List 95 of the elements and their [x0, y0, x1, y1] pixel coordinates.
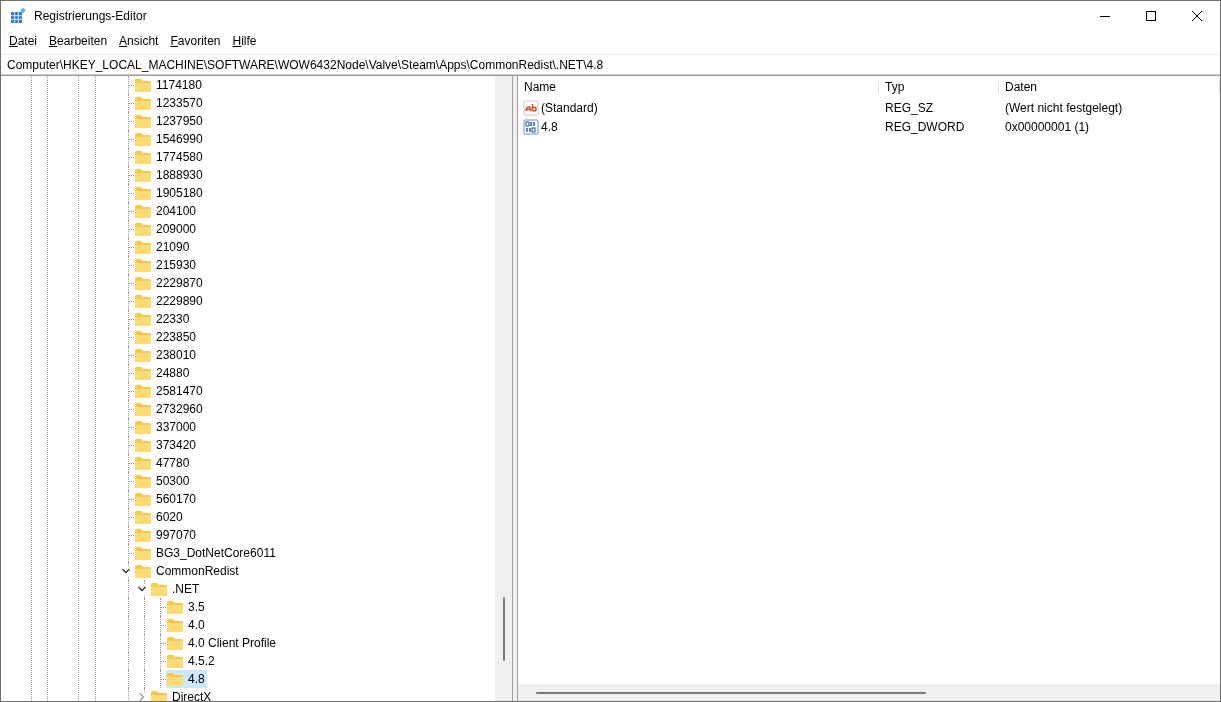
value-type: REG_DWORD — [884, 119, 966, 134]
folder-icon — [134, 347, 152, 363]
maximize-icon — [1146, 11, 1156, 21]
folder-icon — [166, 599, 184, 615]
folder-icon — [134, 527, 152, 543]
scrollbar-thumb[interactable] — [502, 597, 505, 661]
chevron-icon[interactable] — [137, 584, 147, 594]
folder-icon — [134, 563, 152, 579]
value-data: (Wert nicht festgelegt) — [1004, 100, 1124, 115]
folder-icon — [150, 581, 168, 597]
folder-icon — [134, 149, 152, 165]
folder-icon — [166, 671, 184, 687]
tree-item[interactable]: 223850 — [134, 328, 199, 346]
folder-icon — [134, 383, 152, 399]
folder-icon — [166, 635, 184, 651]
folder-icon — [166, 617, 184, 633]
column-header[interactable]: Name — [518, 80, 879, 94]
folder-icon — [134, 131, 152, 147]
folder-icon — [134, 95, 152, 111]
tree-item[interactable]: 373420 — [134, 436, 199, 454]
tree-item[interactable]: 4.8 — [166, 670, 207, 688]
folder-icon — [134, 221, 152, 237]
folder-icon — [134, 167, 152, 183]
folder-icon — [134, 491, 152, 507]
column-header[interactable]: Typ — [879, 80, 999, 94]
folder-icon — [134, 545, 152, 561]
tree-item[interactable]: BG3_DotNetCore6011 — [134, 544, 278, 562]
menu-item[interactable]: Ansicht — [113, 34, 165, 48]
tree-item[interactable]: 3.5 — [166, 598, 207, 616]
tree-item[interactable]: 4.0 — [166, 616, 207, 634]
chevron-icon[interactable] — [121, 566, 131, 576]
tree-item[interactable]: 2581470 — [134, 382, 205, 400]
folder-icon — [150, 689, 168, 701]
folder-icon — [134, 185, 152, 201]
folder-icon — [134, 437, 152, 453]
tree-item[interactable]: 209000 — [134, 220, 199, 238]
tree-item[interactable]: 1905180 — [134, 184, 205, 202]
tree-item[interactable]: 204100 — [134, 202, 199, 220]
value-type: REG_SZ — [884, 100, 934, 115]
folder-icon — [134, 419, 152, 435]
window-title: Registrierungs-Editor — [34, 9, 148, 23]
tree-item[interactable]: 1237950 — [134, 112, 205, 130]
value-name[interactable]: (Standard) — [541, 100, 598, 115]
folder-icon — [134, 275, 152, 291]
tree-item[interactable]: 1233570 — [134, 94, 205, 112]
menu-item[interactable]: Datei — [3, 34, 44, 48]
folder-icon — [134, 455, 152, 471]
tree-item[interactable]: 1888930 — [134, 166, 205, 184]
tree-item[interactable]: 2229870 — [134, 274, 205, 292]
folder-icon — [166, 653, 184, 669]
folder-icon — [134, 509, 152, 525]
scrollbar-thumb[interactable] — [536, 691, 926, 694]
tree-item[interactable]: 6020 — [134, 508, 185, 526]
folder-icon — [134, 77, 152, 93]
string-value-icon — [523, 99, 539, 116]
folder-icon — [134, 257, 152, 273]
address-bar[interactable]: Computer\HKEY_LOCAL_MACHINE\SOFTWARE\WOW6432Node\Valve\Steam\Apps\CommonRedist\.NET\4.8 — [1, 54, 1220, 75]
binary-value-icon — [523, 118, 539, 135]
tree-item[interactable]: 1546990 — [134, 130, 205, 148]
tree-item[interactable]: CommonRedist — [134, 562, 241, 580]
value-data: 0x00000001 (1) — [1004, 119, 1091, 134]
folder-icon — [134, 473, 152, 489]
tree-item[interactable]: 2229890 — [134, 292, 205, 310]
folder-icon — [134, 401, 152, 417]
tree-item[interactable]: 238010 — [134, 346, 199, 364]
tree-item[interactable]: 215930 — [134, 256, 199, 274]
folder-icon — [134, 329, 152, 345]
tree-item[interactable]: 21090 — [134, 238, 192, 256]
close-icon — [1192, 11, 1202, 21]
column-header[interactable]: Daten — [999, 80, 1220, 94]
folder-icon — [134, 311, 152, 327]
folder-icon — [134, 293, 152, 309]
folder-icon — [134, 239, 152, 255]
tree-item[interactable]: 4.5.2 — [166, 652, 217, 670]
value-name[interactable]: 4.8 — [541, 119, 558, 134]
tree-item[interactable]: 24880 — [134, 364, 192, 382]
tree-item[interactable]: 2732960 — [134, 400, 205, 418]
tree-item[interactable]: 4.0 Client Profile — [166, 634, 279, 652]
registry-app-icon — [10, 8, 26, 24]
tree-item[interactable]: .NET — [150, 580, 202, 598]
menu-item[interactable]: Favoriten — [164, 34, 227, 48]
menu-item[interactable]: Bearbeiten — [43, 34, 114, 48]
tree-item[interactable]: 50300 — [134, 472, 192, 490]
folder-icon — [134, 203, 152, 219]
tree-item[interactable]: 337000 — [134, 418, 199, 436]
folder-icon — [134, 365, 152, 381]
tree-item[interactable]: 1774580 — [134, 148, 205, 166]
menu-item[interactable]: Hilfe — [226, 34, 263, 48]
tree-item[interactable]: DirectX — [150, 688, 214, 701]
tree-item[interactable]: 560170 — [134, 490, 199, 508]
tree-item[interactable]: 997070 — [134, 526, 199, 544]
tree-item[interactable]: 47780 — [134, 454, 192, 472]
tree-item[interactable]: 1174180 — [134, 76, 204, 94]
tree-item[interactable]: 22330 — [134, 310, 192, 328]
folder-icon — [134, 113, 152, 129]
